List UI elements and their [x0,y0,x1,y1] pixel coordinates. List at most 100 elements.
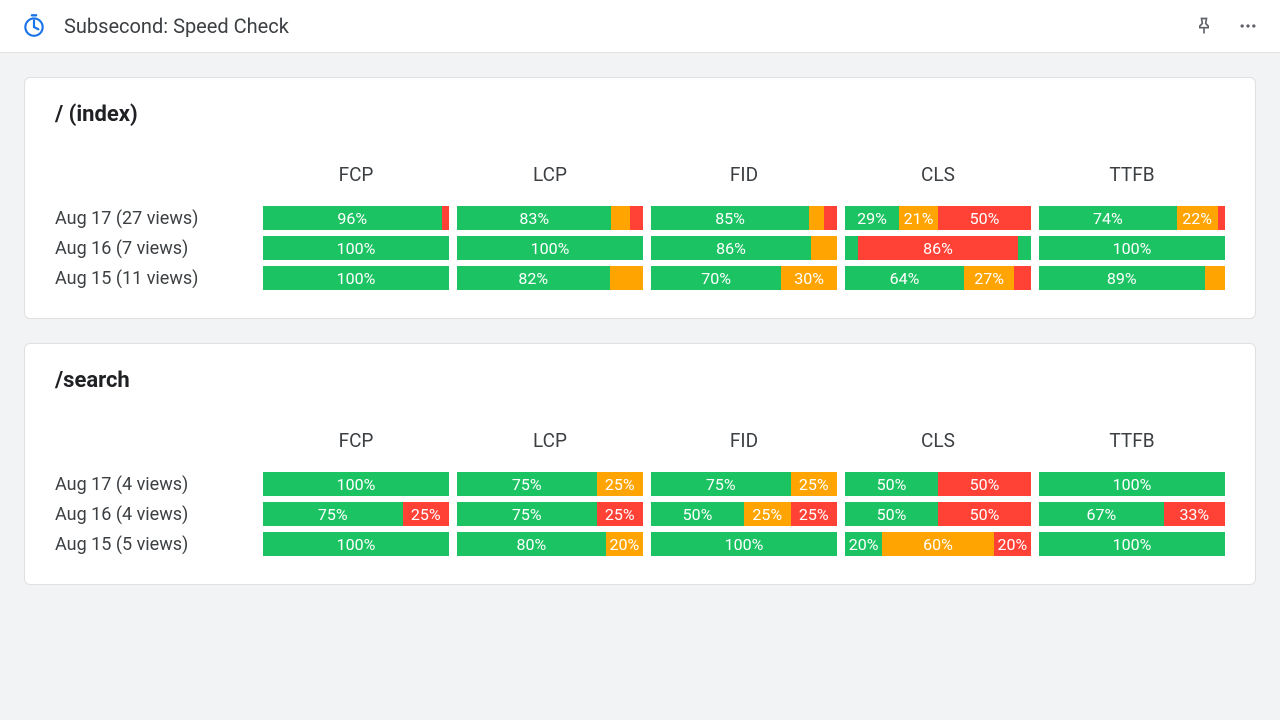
metric-bar[interactable]: 83% [457,206,643,230]
bar-segment-green: 75% [651,472,791,496]
bar-segment-red [1218,206,1225,230]
bar-segment-green [1018,236,1031,260]
bar-segment-green: 50% [845,502,938,526]
metric-bar[interactable]: 85% [651,206,837,230]
bar-segment-red: 50% [938,502,1031,526]
bar-segment-red: 50% [938,206,1031,230]
metric-bar[interactable]: 100% [1039,532,1225,556]
metric-bar[interactable]: 75%25% [457,472,643,496]
bar-segment-green: 75% [457,502,597,526]
metric-bar[interactable]: 75%25% [651,472,837,496]
bar-segment-green: 67% [1039,502,1164,526]
bar-segment-green: 100% [457,236,643,260]
row-label: Aug 16 (4 views) [55,504,255,525]
bar-segment-red: 50% [938,472,1031,496]
metric-bar[interactable]: 100% [263,472,449,496]
bar-segment-green: 20% [845,532,882,556]
card-title: / (index) [55,102,1225,127]
header-actions [1192,14,1260,38]
metric-bar[interactable]: 50%50% [845,502,1031,526]
bar-segment-red [630,206,643,230]
bar-segment-orange: 60% [882,532,994,556]
row-label: Aug 16 (7 views) [55,238,255,259]
row-label: Aug 15 (11 views) [55,268,255,289]
bar-segment-green: 89% [1039,266,1205,290]
bar-segment-red [442,206,449,230]
bar-segment-green: 96% [263,206,442,230]
bar-segment-green: 83% [457,206,611,230]
metric-bar[interactable]: 86% [845,236,1031,260]
bar-segment-green: 75% [263,502,403,526]
bar-segment-green: 100% [651,532,837,556]
bar-segment-orange: 25% [791,472,838,496]
metric-bar[interactable]: 75%25% [263,502,449,526]
bar-segment-orange [809,206,824,230]
metric-bar[interactable]: 100% [651,532,837,556]
column-header: FCP [263,163,449,186]
column-header: LCP [457,429,643,452]
bar-segment-orange [1205,266,1225,290]
bar-segment-red: 20% [994,532,1031,556]
metric-bar[interactable]: 100% [1039,236,1225,260]
column-header: TTFB [1039,163,1225,186]
metric-bar[interactable]: 64%27% [845,266,1031,290]
bar-segment-orange: 27% [964,266,1014,290]
metric-bar[interactable]: 80%20% [457,532,643,556]
column-header: TTFB [1039,429,1225,452]
metric-bar[interactable]: 74%22% [1039,206,1225,230]
metric-bar[interactable]: 100% [457,236,643,260]
metric-bar[interactable]: 20%60%20% [845,532,1031,556]
bar-segment-green: 100% [263,236,449,260]
column-header: CLS [845,429,1031,452]
pin-icon[interactable] [1192,14,1216,38]
metric-bar[interactable]: 100% [263,266,449,290]
bar-segment-green: 75% [457,472,597,496]
bar-segment-orange [610,266,643,290]
bar-segment-green: 64% [845,266,964,290]
bar-segment-green: 86% [651,236,811,260]
bar-segment-green: 50% [651,502,744,526]
metrics-card: / (index)FCPLCPFIDCLSTTFBAug 17 (27 view… [24,77,1256,319]
metric-bar[interactable]: 75%25% [457,502,643,526]
bar-segment-green: 50% [845,472,938,496]
bar-segment-green: 85% [651,206,809,230]
more-icon[interactable] [1236,14,1260,38]
metric-bar[interactable]: 100% [263,532,449,556]
metric-bar[interactable]: 29%21%50% [845,206,1031,230]
card-title: /search [55,368,1225,393]
metric-bar[interactable]: 89% [1039,266,1225,290]
bar-segment-orange [811,236,837,260]
bar-segment-green: 100% [263,266,449,290]
bar-segment-green: 80% [457,532,606,556]
bar-segment-green: 29% [845,206,899,230]
bar-segment-orange: 25% [597,472,644,496]
metric-bar[interactable]: 100% [263,236,449,260]
column-header: LCP [457,163,643,186]
bar-segment-red: 25% [403,502,450,526]
bar-segment-orange: 30% [781,266,837,290]
bar-segment-green: 70% [651,266,781,290]
metric-bar[interactable]: 82% [457,266,643,290]
bar-segment-green: 100% [1039,472,1225,496]
metric-bar[interactable]: 67%33% [1039,502,1225,526]
header-bar: Subsecond: Speed Check [0,0,1280,53]
bar-segment-orange: 20% [606,532,643,556]
bar-segment-green: 100% [263,532,449,556]
bar-segment-green: 100% [263,472,449,496]
row-label: Aug 17 (4 views) [55,474,255,495]
bar-segment-green: 100% [1039,236,1225,260]
bar-segment-orange [611,206,630,230]
bar-segment-red: 33% [1164,502,1225,526]
metric-bar[interactable]: 96% [263,206,449,230]
metric-bar[interactable]: 100% [1039,472,1225,496]
bar-segment-green [845,236,858,260]
bar-segment-green: 74% [1039,206,1177,230]
bar-segment-orange: 22% [1177,206,1218,230]
metric-bar[interactable]: 50%50% [845,472,1031,496]
metric-bar[interactable]: 70%30% [651,266,837,290]
metric-bar[interactable]: 86% [651,236,837,260]
metrics-card: /searchFCPLCPFIDCLSTTFBAug 17 (4 views)1… [24,343,1256,585]
bar-segment-green: 100% [1039,532,1225,556]
metrics-grid: FCPLCPFIDCLSTTFBAug 17 (27 views)96%83%8… [55,163,1225,290]
metric-bar[interactable]: 50%25%25% [651,502,837,526]
